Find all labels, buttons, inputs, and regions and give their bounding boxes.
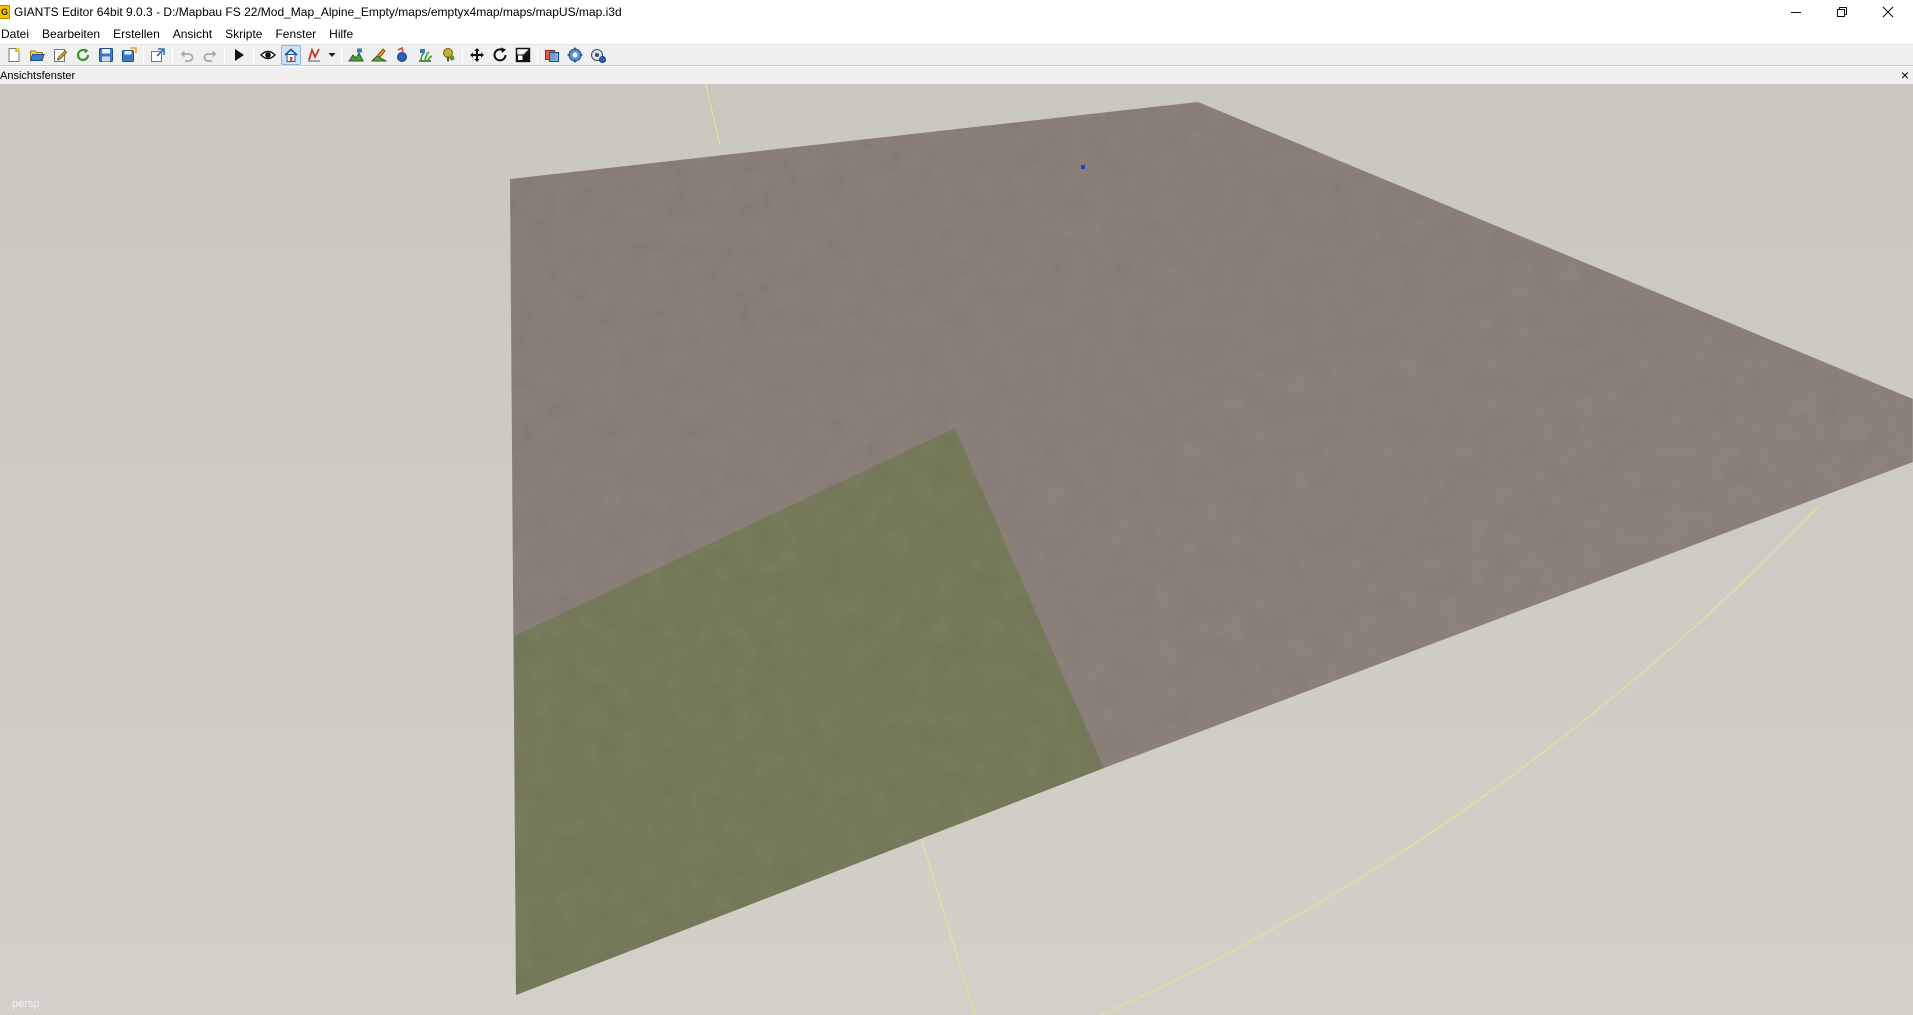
menu-bar: Datei Bearbeiten Erstellen Ansicht Skrip… [0,24,1913,44]
toolbar-separator [143,46,144,64]
foliage-paint-button[interactable] [415,45,435,65]
rotate-tool-button[interactable] [490,45,510,65]
new-scene-button[interactable] [4,45,24,65]
physics-settings-icon [591,49,606,63]
move-tool-button[interactable] [467,45,487,65]
panel-title: Ansichtsfenster [0,69,76,82]
import-button[interactable] [148,45,168,65]
terrain-paint-button[interactable] [369,45,389,65]
physics-settings-button[interactable] [588,45,608,65]
import-icon [151,48,165,62]
snap-button[interactable] [304,45,324,65]
chevron-down-icon [328,53,336,57]
tree-paint-button[interactable] [438,45,458,65]
panel-close-button[interactable]: × [1901,68,1909,83]
minimize-button[interactable] [1773,0,1819,24]
menu-datei[interactable]: Datei [0,27,36,41]
edit-button[interactable] [50,45,70,65]
menu-ansicht[interactable]: Ansicht [173,27,219,41]
scale-icon [515,47,531,63]
redo-button[interactable] [200,45,220,65]
toolbar-separator [341,46,342,64]
reload-button[interactable] [73,45,93,65]
restore-icon [1837,7,1847,17]
viewport-panel-header: Ansichtsfenster × [0,67,1913,85]
home-view-button[interactable] [281,45,301,65]
menu-skripte[interactable]: Skripte [225,27,269,41]
terrain-sculpt-icon [348,48,364,62]
save-as-icon [122,47,137,62]
undo-icon [180,50,194,62]
close-icon [1882,6,1894,18]
undo-button[interactable] [177,45,197,65]
toolbar-separator [462,46,463,64]
minimize-icon [1791,12,1801,13]
redo-icon [203,50,217,62]
menu-hilfe[interactable]: Hilfe [329,27,360,41]
title-bar: G GIANTS Editor 64bit 9.0.3 - D:/Mapbau … [0,0,1913,24]
main-toolbar [0,44,1913,66]
menu-erstellen[interactable]: Erstellen [113,27,167,41]
selected-object-marker[interactable] [1081,165,1085,169]
move-icon [470,48,484,62]
object-paint-icon [397,47,407,62]
3d-viewport[interactable]: persp [0,85,1913,1015]
play-icon [235,49,244,61]
close-window-button[interactable] [1865,0,1911,24]
terrain-paint-icon [371,48,387,62]
save-as-button[interactable] [119,45,139,65]
toolbar-separator [224,46,225,64]
menu-bearbeiten[interactable]: Bearbeiten [42,27,107,41]
play-button[interactable] [229,45,249,65]
toolbar-separator [537,46,538,64]
reload-icon [76,48,90,62]
eye-icon [260,50,276,60]
object-paint-button[interactable] [392,45,412,65]
transform-group-icon [545,50,559,62]
edit-file-icon [54,49,68,62]
tree-paint-icon [443,48,455,62]
open-folder-icon [29,50,45,61]
new-file-icon [8,48,20,62]
open-button[interactable] [27,45,47,65]
menu-fenster[interactable]: Fenster [275,27,323,41]
viewport-scene [0,85,1913,1015]
restore-button[interactable] [1819,0,1865,24]
snap-dropdown-button[interactable] [327,45,337,65]
visibility-button[interactable] [258,45,278,65]
camera-name-label: persp [12,998,40,1010]
giants-editor-app-icon: G [0,5,10,19]
transform-group-button[interactable] [542,45,562,65]
rotate-icon [493,47,507,62]
object-settings-button[interactable] [565,45,585,65]
home-view-icon [284,48,298,62]
window-title: GIANTS Editor 64bit 9.0.3 - D:/Mapbau FS… [14,5,622,19]
terrain-sculpt-button[interactable] [346,45,366,65]
save-button[interactable] [96,45,116,65]
save-icon [99,48,113,62]
object-settings-icon [567,47,583,63]
toolbar-separator [172,46,173,64]
toolbar-separator [253,46,254,64]
snap-icon [308,47,320,62]
foliage-paint-icon [419,49,433,62]
scale-tool-button[interactable] [513,45,533,65]
